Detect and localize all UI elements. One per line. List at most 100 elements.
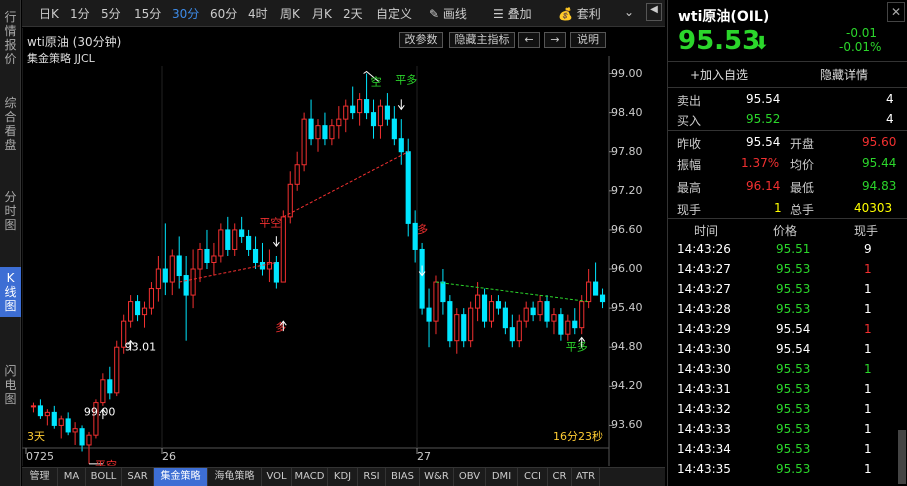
total-vol-label: 总手 (790, 203, 815, 217)
amplitude-value: 1.37% (741, 156, 780, 170)
y-tick-label: 95.40 (611, 301, 643, 315)
candle-body (336, 118, 342, 127)
nav-flash[interactable]: 闪电图 (0, 364, 21, 408)
period-1m[interactable]: 1分 (70, 5, 90, 22)
candle-body (204, 248, 210, 263)
overlay-label: 叠加 (507, 7, 532, 21)
indicator-tab[interactable]: CCI (518, 468, 548, 486)
arbitrage-button[interactable]: 💰 套利 (558, 5, 601, 22)
candle-body (37, 405, 43, 417)
indicator-tab[interactable]: MACD (292, 468, 328, 486)
signal-label: 平多 (395, 72, 417, 86)
candle-body (468, 307, 474, 342)
period-15m[interactable]: 15分 (134, 5, 161, 22)
hide-detail-button[interactable]: 隐藏详情 (820, 66, 868, 83)
tick-row: 14:43:30 95.54 1 (668, 340, 907, 360)
indicator-tab[interactable]: BIAS (386, 468, 420, 486)
tick-price: 95.51 (776, 242, 811, 256)
candle-body (544, 301, 550, 322)
candle-body (384, 105, 390, 120)
kline-chart[interactable]: 99.0093.01平空多平多多平多空平空 (22, 28, 665, 466)
tick-time: 14:43:28 (677, 302, 731, 316)
candle-body (530, 307, 536, 316)
candle-body (294, 164, 300, 185)
indicator-tab[interactable]: RSI (358, 468, 386, 486)
quote-panel: wti原油(OIL) ✕ 95.53 ⬇ -0.01 -0.01% +加入自选 … (667, 0, 907, 486)
indicator-tab[interactable]: MA (58, 468, 86, 486)
candle-body (252, 248, 259, 263)
avg-value: 95.44 (862, 156, 897, 170)
candle-body (391, 118, 397, 140)
indicator-tab[interactable]: SAR (122, 468, 154, 486)
indicator-tab[interactable]: BOLL (86, 468, 122, 486)
nav-timeshare[interactable]: 分时图 (0, 190, 21, 234)
collapse-arrow-icon[interactable]: ◀ (646, 3, 662, 21)
candle-body (433, 281, 439, 322)
indicator-tabs: 管理 MA BOLL SAR 集金策略 海龟策略 VOL MACD KDJ RSI BIAS W&R O… (22, 467, 665, 486)
candle-body (315, 125, 321, 140)
tick-volume: 1 (864, 322, 872, 336)
period-30m[interactable]: 30分 (172, 5, 199, 22)
tick-time: 14:43:27 (677, 262, 731, 276)
period-day[interactable]: 日K (39, 5, 59, 22)
open-label: 开盘 (790, 137, 815, 151)
candle-body (211, 255, 217, 264)
nav-quotes[interactable]: 行情报价 (0, 10, 21, 68)
add-favorite-button[interactable]: +加入自选 (690, 66, 748, 83)
tick-list[interactable]: 14:43:26 95.51 9 14:43:27 95.53 1 14:43:27 95.5… (668, 240, 907, 486)
period-60m[interactable]: 60分 (210, 5, 237, 22)
indicator-tab[interactable]: DMI (486, 468, 518, 486)
close-icon[interactable]: ✕ (887, 2, 905, 22)
tick-time: 14:43:30 (677, 342, 731, 356)
period-5m[interactable]: 5分 (101, 5, 121, 22)
indicator-tab[interactable]: 集金策略 (154, 468, 208, 486)
overlay-button[interactable]: ☰ 叠加 (493, 5, 532, 22)
period-month[interactable]: 月K (312, 5, 332, 22)
indicator-tab[interactable]: 管理 (22, 468, 58, 486)
indicator-tab[interactable]: KDJ (328, 468, 358, 486)
candle-body (128, 301, 134, 322)
candle-body (426, 307, 432, 322)
candle-body (447, 301, 453, 342)
tick-volume: 1 (864, 402, 872, 416)
indicator-tab[interactable]: 海龟策略 (208, 468, 262, 486)
period-custom[interactable]: 自定义 (376, 5, 412, 22)
y-tick-label: 93.60 (611, 418, 643, 432)
cur-vol-label: 现手 (677, 203, 702, 217)
col-time-header: 时间 (694, 224, 719, 238)
period-4h[interactable]: 4时 (248, 5, 268, 22)
tick-time: 14:43:32 (677, 402, 731, 416)
period-2day[interactable]: 2天 (343, 5, 363, 22)
tick-row: 14:43:30 95.53 1 (668, 360, 907, 380)
y-tick-label: 99.00 (611, 66, 643, 80)
candle-body (218, 229, 224, 257)
indicator-tab[interactable]: VOL (262, 468, 292, 486)
tick-row: 14:43:32 95.53 1 (668, 400, 907, 420)
candle-body (509, 327, 515, 342)
draw-line-button[interactable]: ✎ 画线 (429, 5, 467, 22)
tick-price: 95.53 (776, 442, 811, 456)
indicator-tab[interactable]: OBV (454, 468, 486, 486)
nav-kline[interactable]: K线图 (0, 267, 21, 317)
indicator-tab[interactable]: CR (548, 468, 572, 486)
y-tick-label: 94.20 (611, 379, 643, 393)
period-week[interactable]: 周K (280, 5, 300, 22)
tick-price: 95.53 (776, 462, 811, 476)
app-window: 行情报价 综合看盘 分时图 K线图 闪电图 日K 1分 5分 15分 30分 6… (0, 0, 907, 486)
tick-row: 14:43:29 95.54 1 (668, 320, 907, 340)
nav-dashboard[interactable]: 综合看盘 (0, 96, 21, 154)
indicator-tab[interactable]: W&R (420, 468, 454, 486)
tick-row: 14:43:31 95.53 1 (668, 380, 907, 400)
candle-body (398, 138, 404, 153)
down-arrow-icon: ⬇ (754, 33, 770, 54)
sell-volume: 4 (886, 92, 894, 106)
chevron-down-icon[interactable]: ⌄ (624, 5, 634, 19)
candle-body (599, 294, 606, 303)
candle-body (579, 301, 585, 329)
candle-body (461, 314, 467, 342)
tick-scrollbar[interactable] (898, 430, 906, 484)
indicator-tab[interactable]: ATR (572, 468, 600, 486)
candle-body (481, 294, 488, 322)
moneybag-icon: 💰 (558, 7, 573, 21)
low-value: 94.83 (862, 179, 897, 193)
